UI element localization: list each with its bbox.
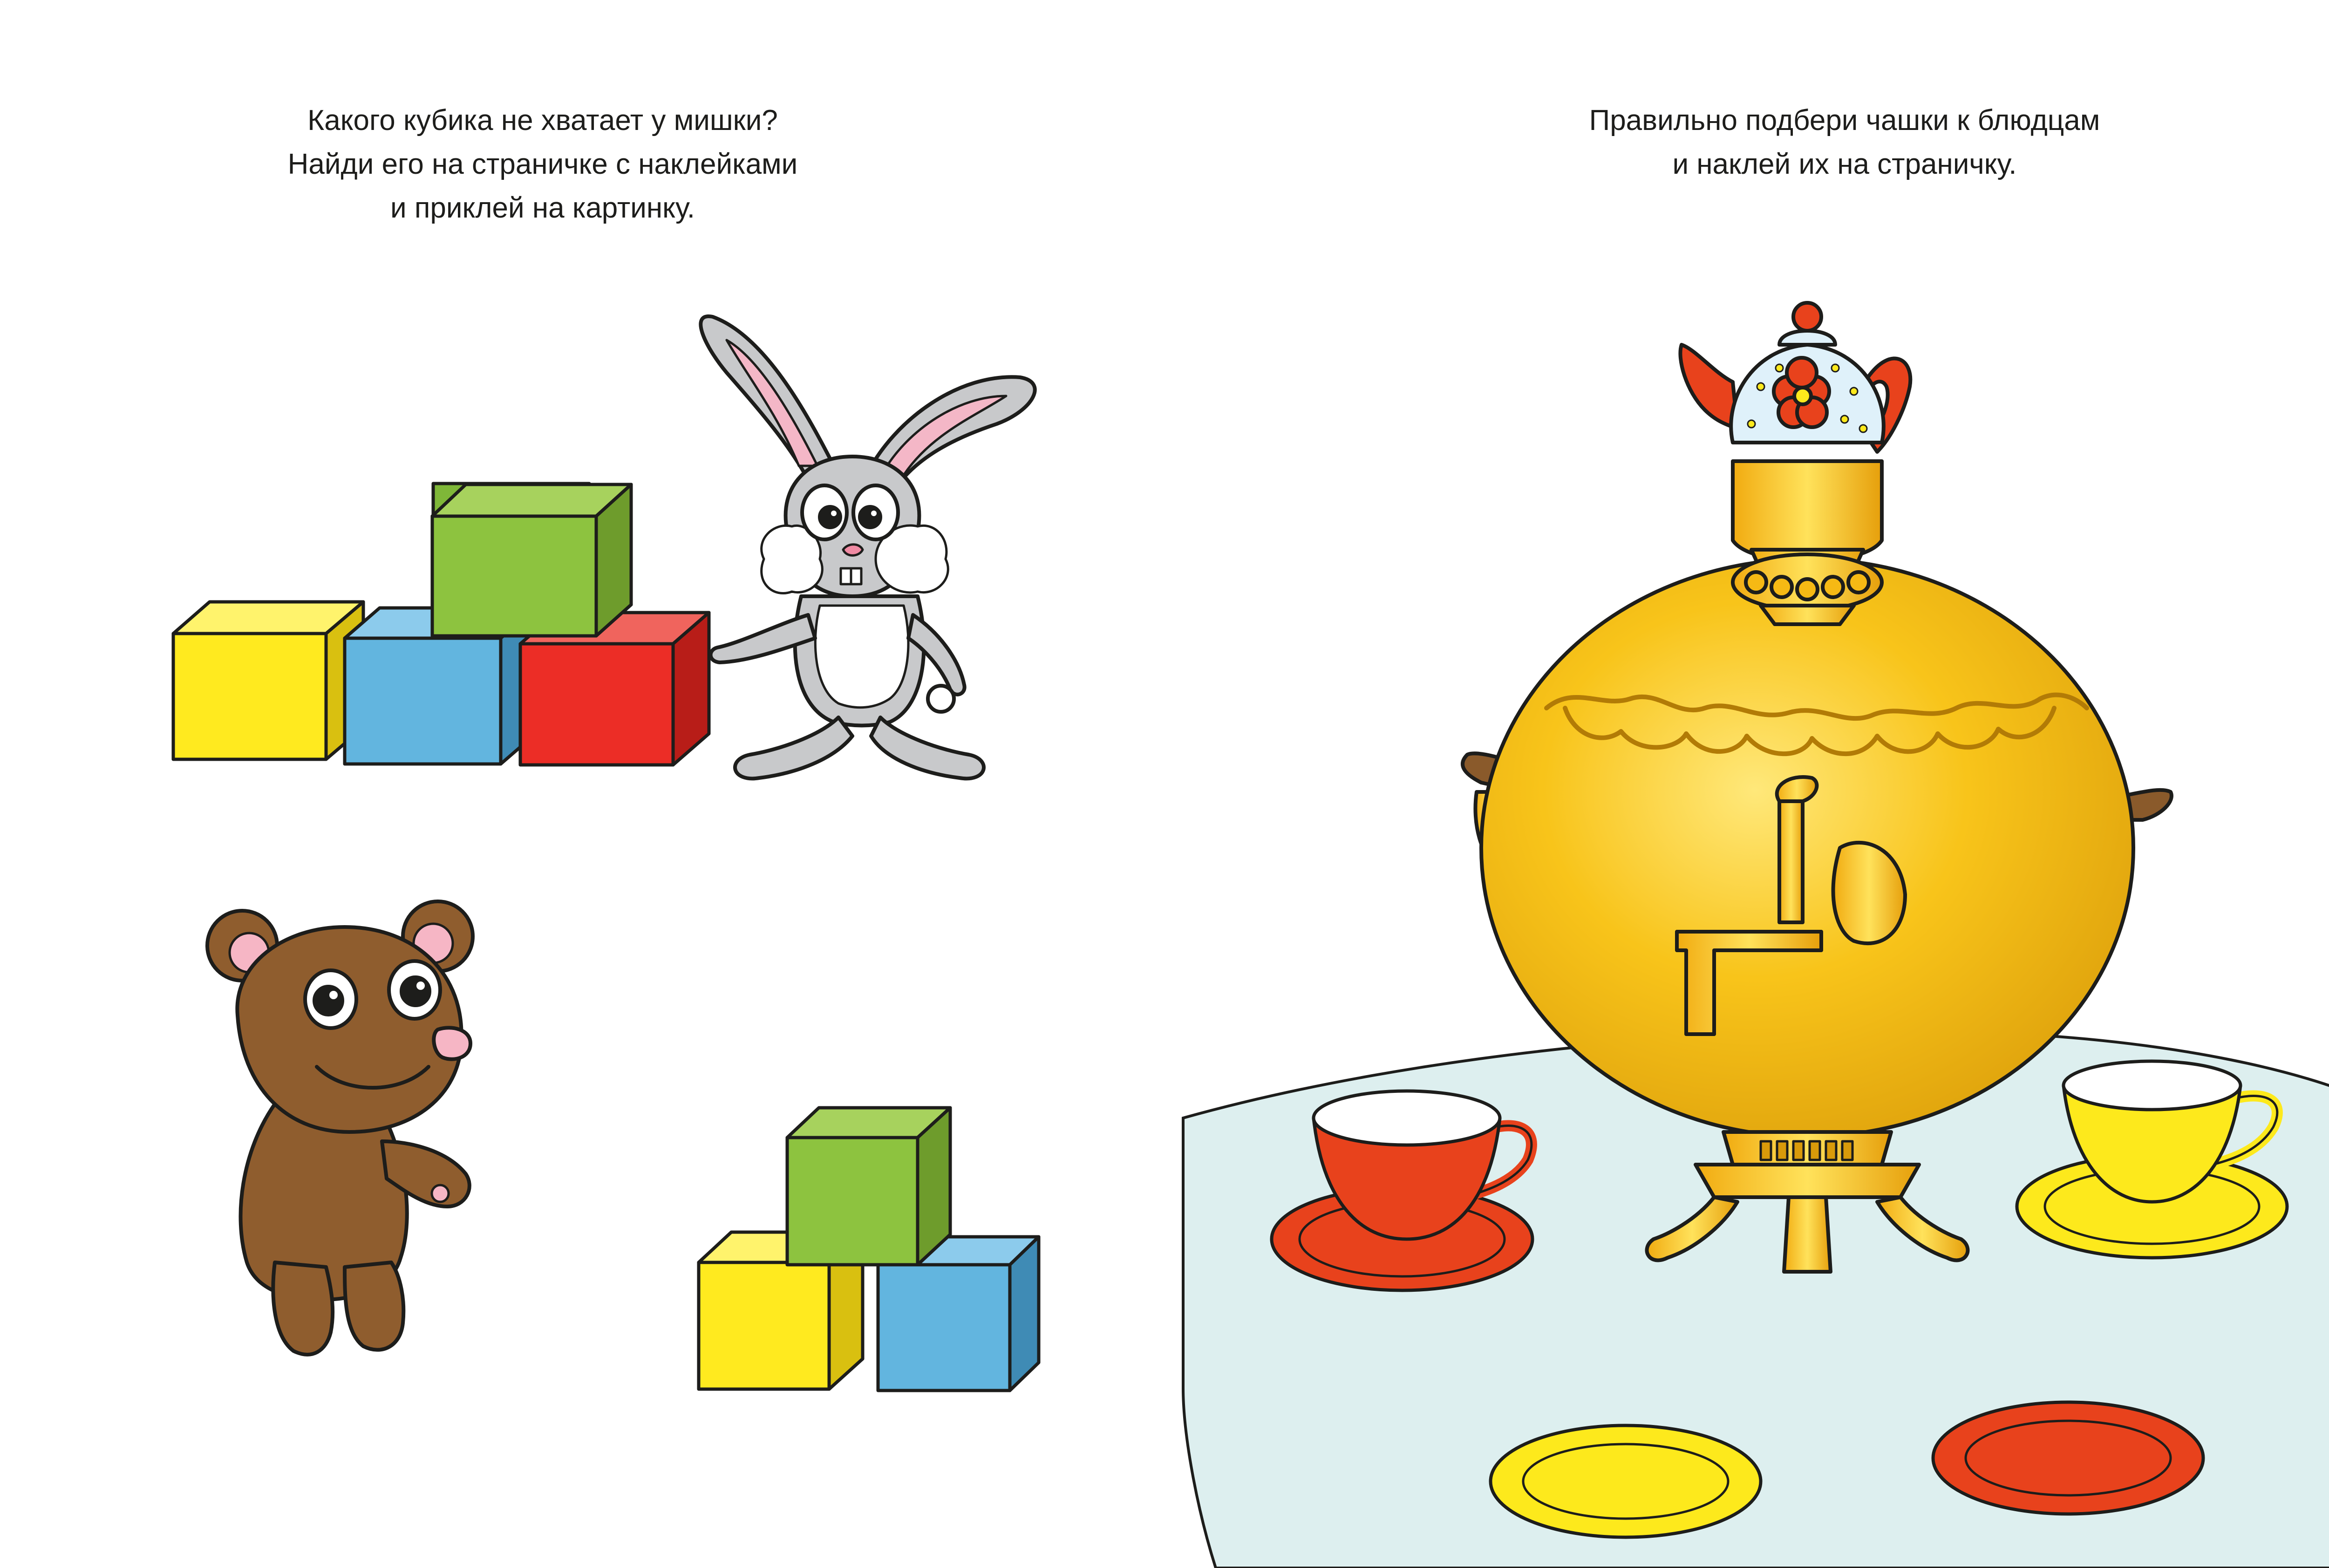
right-instruction: Правильно подбери чашки к блюдцам и накл… xyxy=(1425,99,2264,186)
left-instruction-line-3: и приклей на картинку. xyxy=(390,192,695,224)
left-instruction: Какого кубика не хватает у мишки? Найди … xyxy=(154,99,932,230)
empty-orange-saucer xyxy=(1931,1400,2205,1516)
orange-cup-with-saucer xyxy=(1270,1089,1537,1292)
yellow-cup-with-saucer xyxy=(2015,1059,2289,1260)
right-instruction-line-1: Правильно подбери чашки к блюдцам xyxy=(1589,104,2100,136)
bear-illustration xyxy=(205,900,475,1357)
bear-cube-pyramid xyxy=(697,1106,1041,1392)
left-instruction-line-1: Какого кубика не хватает у мишки? xyxy=(307,104,778,136)
empty-yellow-saucer xyxy=(1489,1424,1763,1539)
bunny-illustration xyxy=(699,314,1037,781)
right-page: Правильно подбери чашки к блюдцам и накл… xyxy=(1182,0,2329,1568)
right-instruction-line-2: и наклей их на страничку. xyxy=(1672,148,2017,180)
bunny-cube-pyramid xyxy=(171,482,711,767)
left-instruction-line-2: Найди его на страничке с наклейками xyxy=(287,148,798,180)
left-page: Какого кубика не хватает у мишки? Найди … xyxy=(0,0,1183,1568)
